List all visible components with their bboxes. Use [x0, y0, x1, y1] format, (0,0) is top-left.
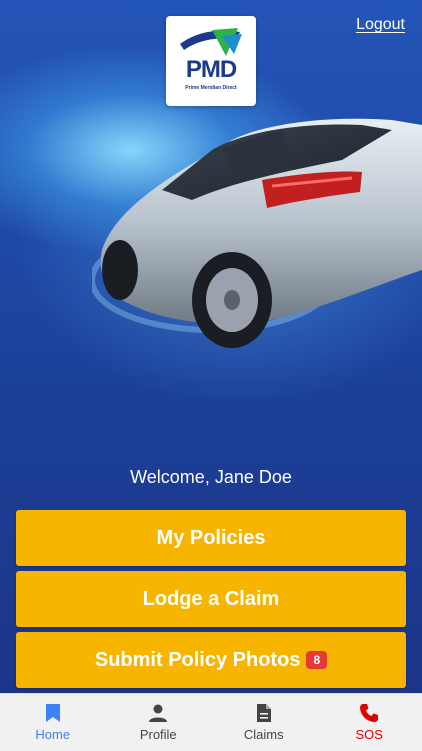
car-image	[92, 100, 422, 360]
submit-policy-photos-label: Submit Policy Photos	[95, 649, 301, 672]
bookmark-icon	[44, 703, 62, 723]
photos-count-badge: 8	[306, 651, 327, 669]
welcome-text: Welcome, Jane Doe	[0, 467, 422, 488]
tab-claims-label: Claims	[244, 727, 284, 742]
logo-text: PMD	[166, 56, 256, 84]
tab-profile-label: Profile	[140, 727, 177, 742]
tab-sos-label: SOS	[356, 727, 383, 742]
tab-home-label: Home	[35, 727, 70, 742]
document-icon	[256, 703, 272, 723]
tab-sos[interactable]: SOS	[317, 694, 422, 751]
tab-home[interactable]: Home	[0, 694, 106, 751]
tab-profile[interactable]: Profile	[106, 694, 212, 751]
person-icon	[148, 703, 168, 723]
lodge-claim-button[interactable]: Lodge a Claim	[16, 571, 406, 627]
submit-policy-photos-button[interactable]: Submit Policy Photos 8	[16, 632, 406, 688]
logo-swoosh-icon	[178, 26, 244, 60]
logo-subtitle: Prime Meridian Direct	[166, 85, 256, 91]
lodge-claim-label: Lodge a Claim	[143, 588, 280, 611]
my-policies-button[interactable]: My Policies	[16, 510, 406, 566]
my-policies-label: My Policies	[157, 527, 266, 550]
tab-claims[interactable]: Claims	[211, 694, 317, 751]
logout-link[interactable]: Logout	[356, 16, 405, 34]
pmd-logo: PMD Prime Meridian Direct	[166, 16, 256, 106]
phone-icon	[359, 703, 379, 723]
bottom-tab-bar: Home Profile Claims SOS	[0, 693, 422, 751]
